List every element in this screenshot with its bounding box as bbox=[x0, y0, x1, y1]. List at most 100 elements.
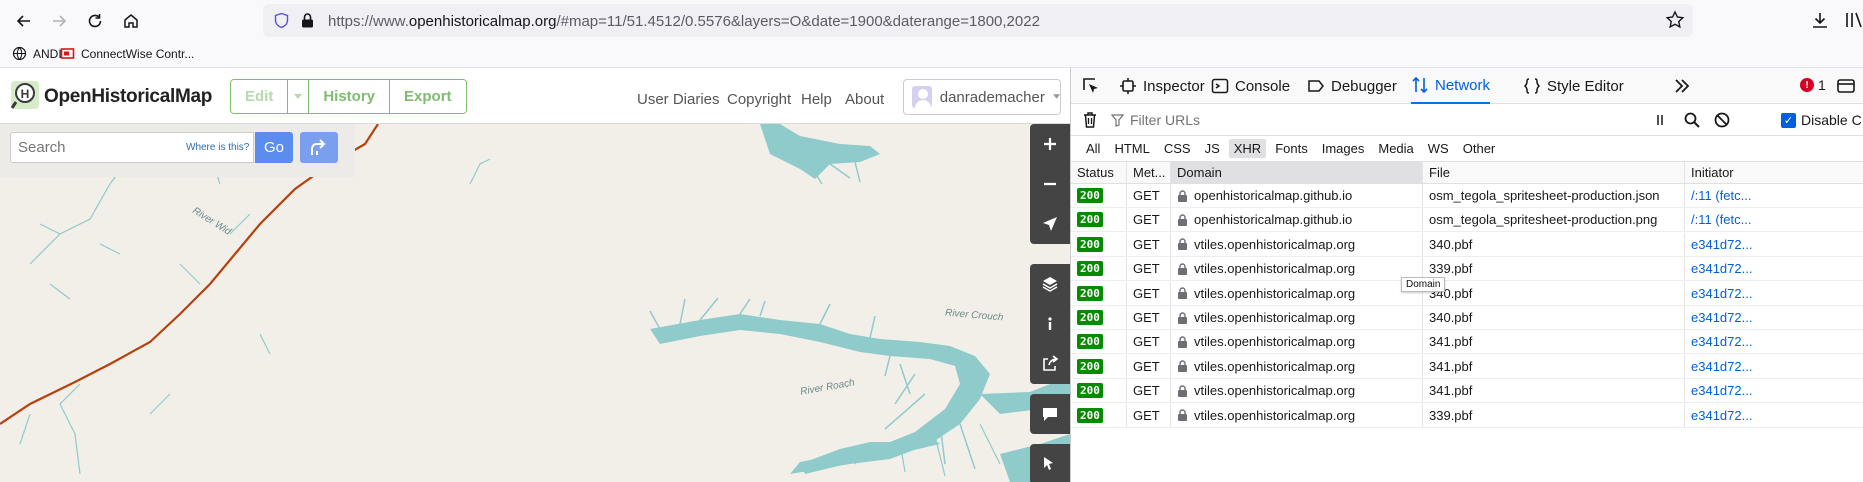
type-filter-ws[interactable]: WS bbox=[1423, 139, 1454, 158]
map-key-button[interactable] bbox=[1030, 304, 1070, 344]
nav-link-about[interactable]: About bbox=[845, 91, 884, 108]
column-status[interactable]: Status bbox=[1071, 162, 1127, 183]
where-is-this-link[interactable]: Where is this? bbox=[186, 142, 249, 153]
initiator-cell[interactable]: e341d72... bbox=[1685, 330, 1863, 353]
map-canvas[interactable]: River Wid River Crouch River Roach Where… bbox=[0, 124, 1070, 482]
devtools-tabbar: Inspector Console Debugger Network Style… bbox=[1071, 68, 1863, 104]
directions-button[interactable] bbox=[300, 132, 338, 163]
column-file[interactable]: File bbox=[1423, 162, 1685, 183]
table-row[interactable]: 200 GET vtiles.openhistoricalmap.org 340.pb… bbox=[1071, 232, 1863, 257]
export-button[interactable]: Export bbox=[390, 80, 466, 113]
domain-text: vtiles.openhistoricalmap.org bbox=[1194, 310, 1356, 325]
dock-options-icon[interactable] bbox=[1836, 77, 1856, 95]
type-filter-fonts[interactable]: Fonts bbox=[1270, 139, 1313, 158]
initiator-cell[interactable]: e341d72... bbox=[1685, 306, 1863, 329]
nav-link-help[interactable]: Help bbox=[801, 91, 832, 108]
note-tools bbox=[1030, 394, 1070, 434]
library-icon[interactable] bbox=[1845, 10, 1863, 30]
domain-text: vtiles.openhistoricalmap.org bbox=[1194, 261, 1356, 277]
history-button[interactable]: History bbox=[309, 80, 391, 113]
layers-icon bbox=[1042, 277, 1058, 292]
tab-console[interactable]: Console bbox=[1211, 68, 1290, 104]
table-row[interactable]: 200 GET vtiles.openhistoricalmap.org 339.pb… bbox=[1071, 257, 1863, 282]
pause-icon[interactable] bbox=[1651, 111, 1669, 129]
filter-urls-input[interactable]: Filter URLs bbox=[1111, 110, 1731, 130]
search-icon[interactable] bbox=[1683, 111, 1701, 129]
chevron-double-right-icon bbox=[1675, 79, 1690, 93]
initiator-cell[interactable]: e341d72... bbox=[1685, 404, 1863, 427]
type-filter-css[interactable]: CSS bbox=[1159, 139, 1196, 158]
nav-link-user-diaries[interactable]: User Diaries bbox=[637, 91, 720, 108]
map-tiles[interactable] bbox=[0, 124, 1070, 482]
tab-debugger[interactable]: Debugger bbox=[1307, 68, 1397, 104]
table-row[interactable]: 200 GET vtiles.openhistoricalmap.org 340.pb… bbox=[1071, 281, 1863, 306]
more-tools-button[interactable] bbox=[1673, 68, 1691, 104]
table-row[interactable]: 200 GET openhistoricalmap.github.io osm_teg… bbox=[1071, 184, 1863, 208]
initiator-cell[interactable]: /:11 (fetc... bbox=[1685, 208, 1863, 231]
back-button[interactable] bbox=[8, 5, 40, 37]
table-header: Status Met... Domain File Initiator bbox=[1071, 162, 1863, 184]
lock-icon bbox=[1178, 189, 1187, 202]
forward-button[interactable] bbox=[43, 5, 75, 37]
type-filter-media[interactable]: Media bbox=[1373, 139, 1418, 158]
table-row[interactable]: 200 GET openhistoricalmap.github.io osm_teg… bbox=[1071, 208, 1863, 233]
initiator-cell[interactable]: e341d72... bbox=[1685, 282, 1863, 305]
column-method[interactable]: Met... bbox=[1127, 162, 1171, 183]
disable-cache-checkbox[interactable]: ✓ Disable C bbox=[1781, 112, 1862, 128]
home-icon bbox=[124, 14, 138, 28]
table-row[interactable]: 200 GET vtiles.openhistoricalmap.org 339.pb… bbox=[1071, 403, 1863, 428]
element-picker-icon[interactable] bbox=[1081, 76, 1101, 96]
initiator-cell[interactable]: e341d72... bbox=[1685, 233, 1863, 256]
table-row[interactable]: 200 GET vtiles.openhistoricalmap.org 340.pb… bbox=[1071, 306, 1863, 330]
initiator-cell[interactable]: e341d72... bbox=[1685, 379, 1863, 402]
block-icon[interactable] bbox=[1713, 111, 1731, 129]
initiator-cell[interactable]: e341d72... bbox=[1685, 355, 1863, 378]
url-text[interactable]: https://www.openhistoricalmap.org/#map=1… bbox=[328, 13, 1040, 30]
status-cell: 200 bbox=[1071, 208, 1127, 232]
type-filter-all[interactable]: All bbox=[1081, 139, 1105, 158]
zoom-in-button[interactable] bbox=[1030, 124, 1070, 164]
bookmark-andi[interactable]: ANDI bbox=[12, 46, 62, 61]
type-filter-other[interactable]: Other bbox=[1458, 139, 1501, 158]
tab-inspector[interactable]: Inspector bbox=[1119, 68, 1205, 104]
nav-link-copyright[interactable]: Copyright bbox=[727, 91, 791, 108]
bookmark-label: ANDI bbox=[33, 46, 62, 61]
home-button[interactable] bbox=[115, 5, 147, 37]
url-path: /#map=11/51.4512/0.5576&layers=O&date=19… bbox=[556, 13, 1040, 30]
layers-button[interactable] bbox=[1030, 264, 1070, 304]
download-icon[interactable] bbox=[1810, 10, 1830, 30]
url-bar[interactable]: https://www.openhistoricalmap.org/#map=1… bbox=[263, 4, 1693, 37]
ohm-logo-icon[interactable]: H bbox=[10, 80, 40, 110]
type-filter-html[interactable]: HTML bbox=[1109, 139, 1154, 158]
caret-down-icon bbox=[1052, 94, 1060, 99]
query-features-button[interactable] bbox=[1030, 444, 1070, 482]
table-row[interactable]: 200 GET vtiles.openhistoricalmap.org 341.pb… bbox=[1071, 379, 1863, 404]
initiator-cell[interactable]: e341d72... bbox=[1685, 257, 1863, 280]
locate-button[interactable] bbox=[1030, 204, 1070, 244]
tab-network[interactable]: Network bbox=[1411, 68, 1491, 104]
table-row[interactable]: 200 GET vtiles.openhistoricalmap.org 341.pb… bbox=[1071, 330, 1863, 355]
share-button[interactable] bbox=[1030, 344, 1070, 384]
edit-button[interactable]: Edit bbox=[231, 80, 289, 113]
bookmark-connectwise[interactable]: ConnectWise Contr... bbox=[60, 46, 194, 61]
shield-icon[interactable] bbox=[273, 12, 290, 29]
user-menu-button[interactable]: danrademacher bbox=[903, 79, 1061, 115]
lock-icon[interactable] bbox=[299, 12, 316, 29]
edit-dropdown-button[interactable] bbox=[288, 80, 310, 113]
add-note-button[interactable] bbox=[1030, 394, 1070, 434]
type-filter-xhr[interactable]: XHR bbox=[1228, 139, 1267, 158]
type-filter-js[interactable]: JS bbox=[1200, 139, 1225, 158]
reload-button[interactable] bbox=[79, 5, 111, 37]
column-initiator[interactable]: Initiator bbox=[1685, 162, 1863, 183]
table-row[interactable]: 200 GET vtiles.openhistoricalmap.org 341.pb… bbox=[1071, 354, 1863, 379]
go-button[interactable]: Go bbox=[255, 132, 293, 163]
site-title[interactable]: OpenHistoricalMap bbox=[44, 86, 212, 108]
type-filter-images[interactable]: Images bbox=[1317, 139, 1370, 158]
tab-style-editor[interactable]: Style Editor bbox=[1523, 68, 1624, 104]
zoom-out-button[interactable] bbox=[1030, 164, 1070, 204]
trash-icon[interactable] bbox=[1081, 111, 1099, 129]
column-domain[interactable]: Domain bbox=[1171, 162, 1423, 183]
error-count-badge[interactable]: ! 1 bbox=[1800, 77, 1826, 93]
initiator-cell[interactable]: /:11 (fetc... bbox=[1685, 184, 1863, 207]
bookmark-star-icon[interactable] bbox=[1665, 10, 1685, 30]
